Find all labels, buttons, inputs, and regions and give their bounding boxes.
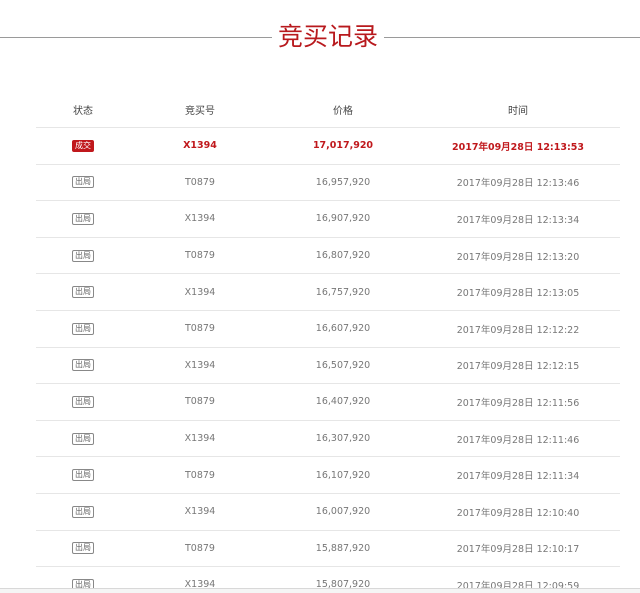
status-badge: 出局 [72, 286, 94, 299]
status-cell: 出局 [36, 530, 130, 568]
table-row: 出局 T0879 15,887,920 2017年09月28日 12:10:17 [36, 530, 620, 568]
status-cell: 出局 [36, 383, 130, 421]
time-cell: 2017年09月28日 12:12:22 [416, 310, 620, 348]
table-row: 出局 T0879 16,107,920 2017年09月28日 12:11:34 [36, 456, 620, 494]
price-cell: 16,107,920 [270, 456, 416, 494]
time-cell: 2017年09月28日 12:12:15 [416, 347, 620, 385]
page-title: 竞买记录 [277, 22, 378, 51]
status-badge: 出局 [72, 542, 94, 555]
status-badge: 出局 [72, 432, 94, 445]
bid-record-page: 竞买记录 状态 竞买号 价格 时间 成交 X1394 17,017,920 2017年… [0, 0, 640, 593]
bidder-number-cell: T0879 [130, 530, 270, 568]
title-divider-right [384, 37, 640, 38]
status-cell: 出局 [36, 347, 130, 385]
price-cell: 16,007,920 [270, 493, 416, 531]
status-cell: 出局 [36, 237, 130, 275]
time-cell: 2017年09月28日 12:13:46 [416, 164, 620, 202]
table-row: 出局 T0879 16,607,920 2017年09月28日 12:12:22 [36, 310, 620, 348]
price-cell: 15,887,920 [270, 530, 416, 568]
table-row: 出局 T0879 16,407,920 2017年09月28日 12:11:56 [36, 383, 620, 421]
bidder-number-cell: X1394 [130, 420, 270, 458]
header-bidder-number: 竞买号 [130, 91, 270, 128]
header-status: 状态 [36, 91, 130, 128]
section-title-bar: 竞买记录 [0, 18, 640, 58]
price-cell: 16,307,920 [270, 420, 416, 458]
bidder-number-cell: X1394 [130, 200, 270, 238]
time-cell: 2017年09月28日 12:11:56 [416, 383, 620, 421]
header-price: 价格 [270, 91, 416, 128]
bidder-number-cell: T0879 [130, 383, 270, 421]
time-cell: 2017年09月28日 12:13:20 [416, 237, 620, 275]
table-row: 出局 X1394 16,907,920 2017年09月28日 12:13:34 [36, 200, 620, 238]
table-row: 出局 X1394 16,757,920 2017年09月28日 12:13:05 [36, 273, 620, 311]
status-badge: 出局 [72, 395, 94, 408]
status-badge: 出局 [72, 176, 94, 189]
table-row: 成交 X1394 17,017,920 2017年09月28日 12:13:53 [36, 127, 620, 165]
status-badge: 出局 [72, 505, 94, 518]
header-time: 时间 [416, 91, 620, 128]
time-cell: 2017年09月28日 12:10:40 [416, 493, 620, 531]
price-cell: 16,607,920 [270, 310, 416, 348]
bid-rows: 成交 X1394 17,017,920 2017年09月28日 12:13:53 出局 T… [36, 127, 620, 593]
bidder-number-cell: T0879 [130, 310, 270, 348]
table-row: 出局 T0879 16,807,920 2017年09月28日 12:13:20 [36, 237, 620, 275]
status-badge: 出局 [72, 212, 94, 225]
table-header-row: 状态 竞买号 价格 时间 [36, 91, 620, 128]
status-badge: 出局 [72, 469, 94, 482]
status-badge: 出局 [72, 249, 94, 262]
price-cell: 16,757,920 [270, 273, 416, 311]
price-cell: 17,017,920 [270, 127, 416, 165]
title-divider-left [0, 37, 272, 38]
bidder-number-cell: X1394 [130, 273, 270, 311]
price-cell: 16,807,920 [270, 237, 416, 275]
price-cell: 16,507,920 [270, 347, 416, 385]
price-cell: 16,407,920 [270, 383, 416, 421]
status-cell: 成交 [36, 127, 130, 165]
status-cell: 出局 [36, 420, 130, 458]
status-cell: 出局 [36, 456, 130, 494]
status-cell: 出局 [36, 273, 130, 311]
table-row: 出局 T0879 16,957,920 2017年09月28日 12:13:46 [36, 164, 620, 202]
status-cell: 出局 [36, 493, 130, 531]
status-cell: 出局 [36, 310, 130, 348]
table-row: 出局 X1394 16,307,920 2017年09月28日 12:11:46 [36, 420, 620, 458]
table-row: 出局 X1394 16,507,920 2017年09月28日 12:12:15 [36, 347, 620, 385]
bidder-number-cell: T0879 [130, 237, 270, 275]
status-badge: 出局 [72, 359, 94, 372]
bidder-number-cell: X1394 [130, 127, 270, 165]
time-cell: 2017年09月28日 12:10:17 [416, 530, 620, 568]
time-cell: 2017年09月28日 12:11:34 [416, 456, 620, 494]
status-badge: 成交 [72, 139, 94, 152]
time-cell: 2017年09月28日 12:11:46 [416, 420, 620, 458]
time-cell: 2017年09月28日 12:13:34 [416, 200, 620, 238]
price-cell: 16,907,920 [270, 200, 416, 238]
time-cell: 2017年09月28日 12:13:53 [416, 127, 620, 165]
price-cell: 16,957,920 [270, 164, 416, 202]
bidder-number-cell: X1394 [130, 493, 270, 531]
bidder-number-cell: T0879 [130, 164, 270, 202]
bidder-number-cell: T0879 [130, 456, 270, 494]
bid-record-table: 状态 竞买号 价格 时间 成交 X1394 17,017,920 2017年09月28… [36, 91, 620, 593]
bidder-number-cell: X1394 [130, 347, 270, 385]
status-cell: 出局 [36, 164, 130, 202]
status-badge: 出局 [72, 322, 94, 335]
status-cell: 出局 [36, 200, 130, 238]
bottom-scroll-strip [0, 588, 640, 593]
table-row: 出局 X1394 16,007,920 2017年09月28日 12:10:40 [36, 493, 620, 531]
time-cell: 2017年09月28日 12:13:05 [416, 273, 620, 311]
